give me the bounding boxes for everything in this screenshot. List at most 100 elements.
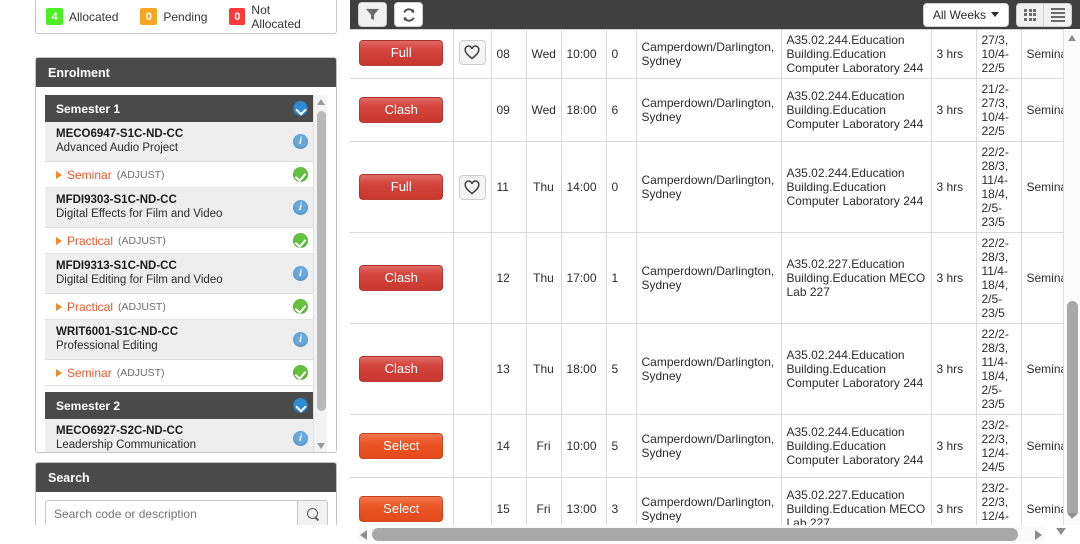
duration-cell: 3 hrs xyxy=(931,477,977,525)
favourite-button[interactable] xyxy=(458,174,486,200)
unit-row[interactable]: MECO6947-S1C-ND-CC Advanced Audio Projec… xyxy=(45,122,317,162)
table-row[interactable]: Select 15 Fri 13:00 3 Camperdown/Darling… xyxy=(350,477,1063,525)
table-row[interactable]: Clash 12 Thu 17:00 1 Camperdown/Darlingt… xyxy=(350,232,1063,324)
table-row[interactable]: Clash 09 Wed 18:00 6 Camperdown/Darlingt… xyxy=(350,78,1063,142)
activity-adjust-label[interactable]: (ADJUST) xyxy=(118,235,166,247)
duration-cell: 3 hrs xyxy=(931,414,977,478)
semester-group-header-2[interactable]: Semester 2 xyxy=(45,392,317,419)
scroll-left-arrow-icon[interactable] xyxy=(360,530,367,540)
semester-title-2: Semester 2 xyxy=(56,398,121,413)
index-cell: 14 xyxy=(491,414,527,478)
unit-row[interactable]: MECO6927-S2C-ND-CC Leadership Communicat… xyxy=(45,419,317,452)
unit-row[interactable]: MFDI9303-S1C-ND-CC Digital Effects for F… xyxy=(45,188,317,228)
scroll-right-arrow-icon[interactable] xyxy=(1035,530,1042,540)
unit-row[interactable]: MFDI9313-S1C-ND-CC Digital Editing for F… xyxy=(45,254,317,294)
chevron-down-icon[interactable] xyxy=(293,101,308,116)
status-button[interactable]: Clash xyxy=(359,97,444,123)
legend-item-pending: 0 Pending xyxy=(140,8,207,25)
dates-cell: 22/2-28/3, 11/4-18/4, 2/5-23/5 xyxy=(976,323,1022,415)
unit-row[interactable]: WRIT6001-S1C-ND-CC Professional Editing … xyxy=(45,320,317,360)
duration-cell: 3 hrs xyxy=(931,78,977,142)
time-cell: 13:00 xyxy=(561,477,607,525)
semester-group-header-1[interactable]: Semester 1 xyxy=(45,95,317,122)
day-cell: Thu xyxy=(526,232,562,324)
type-cell: Seminar xyxy=(1021,30,1063,79)
favourite-button[interactable] xyxy=(458,40,486,65)
activity-row[interactable]: Practical (ADJUST) xyxy=(45,294,317,320)
status-button[interactable]: Clash xyxy=(359,265,444,291)
time-cell: 17:00 xyxy=(561,232,607,324)
search-button[interactable] xyxy=(297,501,327,526)
scrollbar-thumb[interactable] xyxy=(1067,301,1078,517)
scrollbar-thumb[interactable] xyxy=(372,528,1018,541)
table-row[interactable]: Full 08 Wed 10:00 0 Camperdown/Darlingto… xyxy=(350,30,1063,79)
table-row[interactable]: Full 11 Thu 14:00 0 Camperdown/Darlingto… xyxy=(350,141,1063,233)
favourite-cell xyxy=(453,30,492,79)
activities-table-body: Full 08 Wed 10:00 0 Camperdown/Darlingto… xyxy=(350,30,1063,525)
activities-table-scroll[interactable]: Full 08 Wed 10:00 0 Camperdown/Darlingto… xyxy=(350,29,1063,525)
search-icon xyxy=(306,507,319,520)
scroll-down-arrow-icon[interactable] xyxy=(1056,528,1066,535)
activity-adjust-label[interactable]: (ADJUST) xyxy=(117,169,165,181)
scroll-up-arrow-icon[interactable] xyxy=(317,99,325,105)
legend-item-allocated: 4 Allocated xyxy=(46,8,118,25)
activities-table: Full 08 Wed 10:00 0 Camperdown/Darlingto… xyxy=(350,30,1063,525)
allocation-legend: 4 Allocated 0 Pending 0 Not Allocated xyxy=(36,0,336,33)
grid-view-button[interactable] xyxy=(1016,2,1044,27)
info-icon[interactable]: i xyxy=(293,199,308,215)
room-cell: A35.02.227.Education Building.Education … xyxy=(781,477,932,525)
chevron-down-icon[interactable] xyxy=(293,398,308,413)
count-cell: 3 xyxy=(606,477,637,525)
activity-row[interactable]: Practical (ADJUST) xyxy=(45,228,317,254)
scroll-down-arrow-icon[interactable] xyxy=(1068,513,1076,519)
activity-row[interactable]: Seminar (ADJUST) xyxy=(45,360,317,386)
list-view-button[interactable] xyxy=(1044,2,1072,27)
search-box[interactable] xyxy=(45,500,328,527)
duration-cell: 3 hrs xyxy=(931,232,977,324)
scroll-down-arrow-icon[interactable] xyxy=(317,443,325,449)
status-cell: Clash xyxy=(350,232,454,324)
info-icon[interactable]: i xyxy=(293,265,308,281)
table-row[interactable]: Select 14 Fri 10:00 5 Camperdown/Darling… xyxy=(350,414,1063,478)
favourite-cell xyxy=(453,414,492,478)
status-button[interactable]: Select xyxy=(359,496,444,522)
legend-label-allocated: Allocated xyxy=(69,9,119,24)
table-horizontal-scrollbar[interactable] xyxy=(0,525,1080,544)
info-icon[interactable]: i xyxy=(293,430,308,446)
info-icon[interactable]: i xyxy=(293,331,308,347)
unit-code: MFDI9303-S1C-ND-CC xyxy=(56,194,177,206)
count-cell: 5 xyxy=(606,414,637,478)
type-cell: Seminar xyxy=(1021,78,1063,142)
scroll-up-arrow-icon[interactable] xyxy=(1068,35,1076,41)
table-vertical-scrollbar[interactable] xyxy=(1063,29,1080,525)
scrollbar-thumb[interactable] xyxy=(317,111,326,411)
count-cell: 0 xyxy=(606,141,637,233)
enrolment-list-scrollbar[interactable] xyxy=(313,95,327,452)
triangle-right-icon xyxy=(56,302,62,311)
all-weeks-label: All Weeks xyxy=(932,7,986,22)
time-cell: 10:00 xyxy=(561,30,607,79)
index-cell: 12 xyxy=(491,232,527,324)
chevron-down-icon xyxy=(991,12,999,17)
activity-adjust-label[interactable]: (ADJUST) xyxy=(118,301,166,313)
unit-code: MFDI9313-S1C-ND-CC xyxy=(56,260,177,272)
unit-text: MFDI9313-S1C-ND-CC Digital Editing for F… xyxy=(56,259,223,287)
info-icon[interactable]: i xyxy=(293,133,308,149)
room-cell: A35.02.244.Education Building.Education … xyxy=(781,78,932,142)
triangle-right-icon xyxy=(56,368,62,377)
filter-button[interactable] xyxy=(358,2,387,27)
status-button[interactable]: Full xyxy=(359,39,444,66)
legend-count-allocated: 4 xyxy=(46,8,63,25)
refresh-button[interactable] xyxy=(394,2,423,27)
search-input[interactable] xyxy=(46,501,297,526)
duration-cell: 3 hrs xyxy=(931,323,977,415)
unit-name: Digital Effects for Film and Video xyxy=(56,208,223,220)
time-cell: 10:00 xyxy=(561,414,607,478)
status-button[interactable]: Clash xyxy=(359,356,444,382)
table-row[interactable]: Clash 13 Thu 18:00 5 Camperdown/Darlingt… xyxy=(350,323,1063,415)
activity-row[interactable]: Seminar (ADJUST) xyxy=(45,162,317,188)
activity-adjust-label[interactable]: (ADJUST) xyxy=(117,367,165,379)
all-weeks-dropdown[interactable]: All Weeks xyxy=(922,2,1009,27)
status-button[interactable]: Full xyxy=(359,174,444,200)
status-button[interactable]: Select xyxy=(359,433,444,459)
